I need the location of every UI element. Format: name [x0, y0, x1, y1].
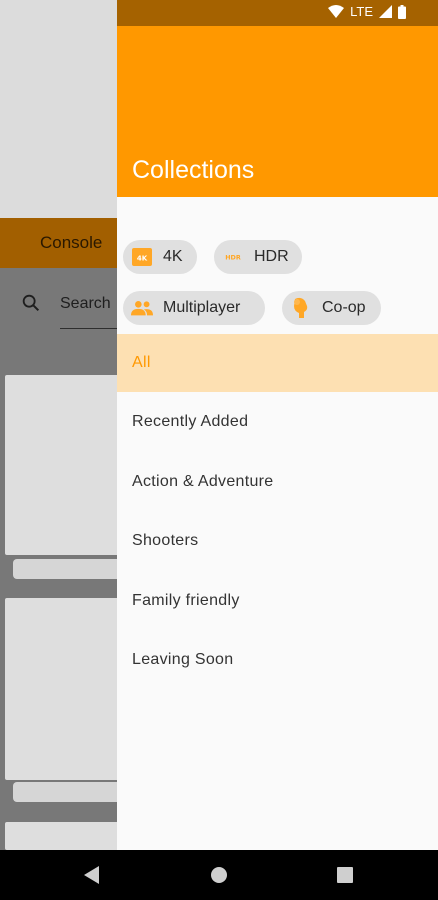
status-bar: LTE [117, 0, 438, 26]
collections-drawer: Collections 4K 4K HDR HDR Multiplayer Co… [117, 26, 438, 850]
drawer-title: Collections [132, 156, 255, 184]
signal-icon [379, 5, 392, 18]
drawer-header: Collections [117, 26, 438, 197]
4k-icon: 4K [131, 246, 153, 268]
network-type: LTE [350, 4, 373, 19]
game-card-caption [13, 782, 123, 802]
chip-label: 4K [163, 248, 183, 265]
collection-item-family-friendly[interactable]: Family friendly [117, 572, 438, 630]
filter-chip-hdr[interactable]: HDR HDR [214, 240, 302, 274]
collection-item-all[interactable]: All [117, 334, 438, 392]
game-card [5, 822, 125, 850]
game-card [5, 598, 125, 780]
collection-item-action-adventure[interactable]: Action & Adventure [117, 453, 438, 511]
chip-label: Multiplayer [163, 299, 241, 316]
people-icon [131, 297, 153, 319]
filter-chip-4k[interactable]: 4K 4K [123, 240, 197, 274]
svg-text:HDR: HDR [225, 254, 241, 262]
chip-label: HDR [254, 248, 289, 265]
search-underline [60, 328, 120, 329]
wifi-icon [328, 5, 345, 18]
handshake-icon [290, 297, 312, 319]
game-card-caption [13, 559, 123, 579]
hdr-icon: HDR [222, 246, 244, 268]
collection-item-shooters[interactable]: Shooters [117, 512, 438, 570]
collection-item-recently-added[interactable]: Recently Added [117, 393, 438, 451]
chip-label: Co-op [322, 299, 366, 316]
collection-item-leaving-soon[interactable]: Leaving Soon [117, 631, 438, 689]
back-icon[interactable] [80, 863, 104, 887]
filter-chip-co-op[interactable]: Co-op [282, 291, 381, 325]
battery-icon [398, 4, 406, 19]
game-card [5, 375, 125, 555]
home-icon[interactable] [207, 863, 231, 887]
recents-icon[interactable] [333, 863, 357, 887]
system-nav-bar [0, 850, 438, 900]
search-input: Search [60, 295, 111, 312]
filter-chip-multiplayer[interactable]: Multiplayer [123, 291, 265, 325]
search-icon [20, 292, 42, 314]
tab-console: Console [40, 233, 103, 252]
svg-text:4K: 4K [137, 255, 148, 263]
